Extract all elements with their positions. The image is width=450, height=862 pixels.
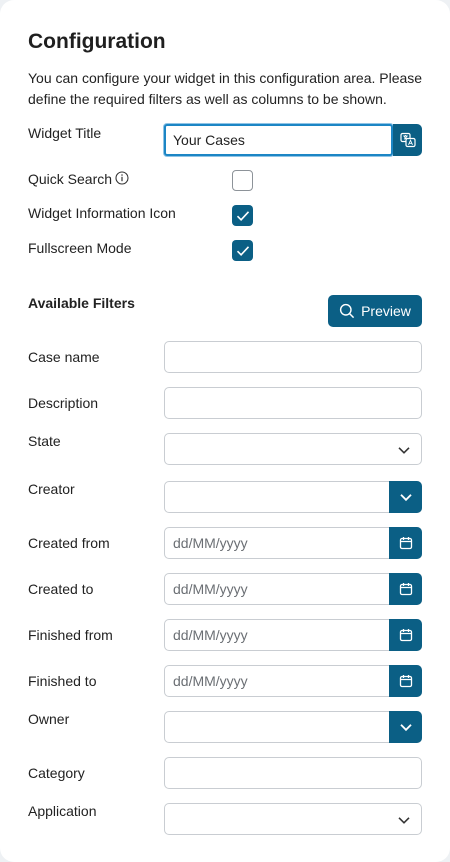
created-to-label: Created to xyxy=(28,581,94,597)
page-title: Configuration xyxy=(28,30,166,53)
widget-title-label: Widget Title xyxy=(28,125,102,141)
search-icon xyxy=(339,303,355,319)
quick-search-label: Quick Search xyxy=(28,170,129,188)
preview-button-label: Preview xyxy=(361,303,411,319)
owner-label: Owner xyxy=(28,711,70,727)
widget-info-icon-checkbox[interactable] xyxy=(232,205,253,226)
calendar-icon xyxy=(399,537,412,550)
fullscreen-mode-checkbox[interactable] xyxy=(232,240,253,261)
page-description: You can configure your widget in this co… xyxy=(28,70,423,107)
configuration-panel: Configuration You can configure your wid… xyxy=(0,0,450,862)
created-from-input[interactable]: dd/MM/yyyy xyxy=(164,527,422,559)
description-label: Description xyxy=(28,395,99,411)
preview-button[interactable]: Preview xyxy=(328,295,422,327)
translate-button[interactable] xyxy=(393,124,422,156)
info-icon[interactable] xyxy=(115,171,129,185)
case-name-input[interactable] xyxy=(164,341,422,373)
finished-to-input[interactable]: dd/MM/yyyy xyxy=(164,665,422,697)
category-input[interactable] xyxy=(164,757,422,789)
created-from-calendar-button[interactable] xyxy=(389,527,422,559)
chevron-down-icon xyxy=(398,817,410,824)
translate-icon xyxy=(399,132,416,148)
widget-info-icon-label: Widget Information Icon xyxy=(28,205,176,221)
creator-label: Creator xyxy=(28,481,75,497)
application-label: Application xyxy=(28,803,97,819)
finished-from-calendar-button[interactable] xyxy=(389,619,422,651)
check-icon xyxy=(236,210,249,221)
owner-select[interactable] xyxy=(164,711,422,743)
finished-from-placeholder: dd/MM/yyyy xyxy=(173,627,248,643)
fullscreen-mode-label: Fullscreen Mode xyxy=(28,240,132,256)
widget-title-value: Your Cases xyxy=(173,132,245,148)
creator-dropdown-button[interactable] xyxy=(389,481,422,513)
case-name-label: Case name xyxy=(28,349,100,365)
created-to-input[interactable]: dd/MM/yyyy xyxy=(164,573,422,605)
description-input[interactable] xyxy=(164,387,422,419)
available-filters-heading: Available Filters xyxy=(28,295,135,311)
owner-dropdown-button[interactable] xyxy=(389,711,422,743)
widget-title-input[interactable]: Your Cases xyxy=(164,124,393,156)
finished-from-label: Finished from xyxy=(28,627,113,643)
created-from-label: Created from xyxy=(28,535,110,551)
finished-to-calendar-button[interactable] xyxy=(389,665,422,697)
finished-to-label: Finished to xyxy=(28,673,97,689)
chevron-down-icon xyxy=(399,724,412,732)
state-label: State xyxy=(28,433,61,449)
created-from-placeholder: dd/MM/yyyy xyxy=(173,535,248,551)
quick-search-checkbox[interactable] xyxy=(232,170,253,191)
chevron-down-icon xyxy=(398,447,410,454)
category-label: Category xyxy=(28,765,85,781)
calendar-icon xyxy=(399,629,412,642)
quick-search-label-text: Quick Search xyxy=(28,171,113,187)
check-icon xyxy=(236,245,249,256)
application-select[interactable] xyxy=(164,803,422,835)
finished-from-input[interactable]: dd/MM/yyyy xyxy=(164,619,422,651)
finished-to-placeholder: dd/MM/yyyy xyxy=(173,673,248,689)
chevron-down-icon xyxy=(399,494,412,502)
state-select[interactable] xyxy=(164,433,422,465)
created-to-placeholder: dd/MM/yyyy xyxy=(173,581,248,597)
calendar-icon xyxy=(399,675,412,688)
created-to-calendar-button[interactable] xyxy=(389,573,422,605)
creator-select[interactable] xyxy=(164,481,422,513)
calendar-icon xyxy=(399,583,412,596)
